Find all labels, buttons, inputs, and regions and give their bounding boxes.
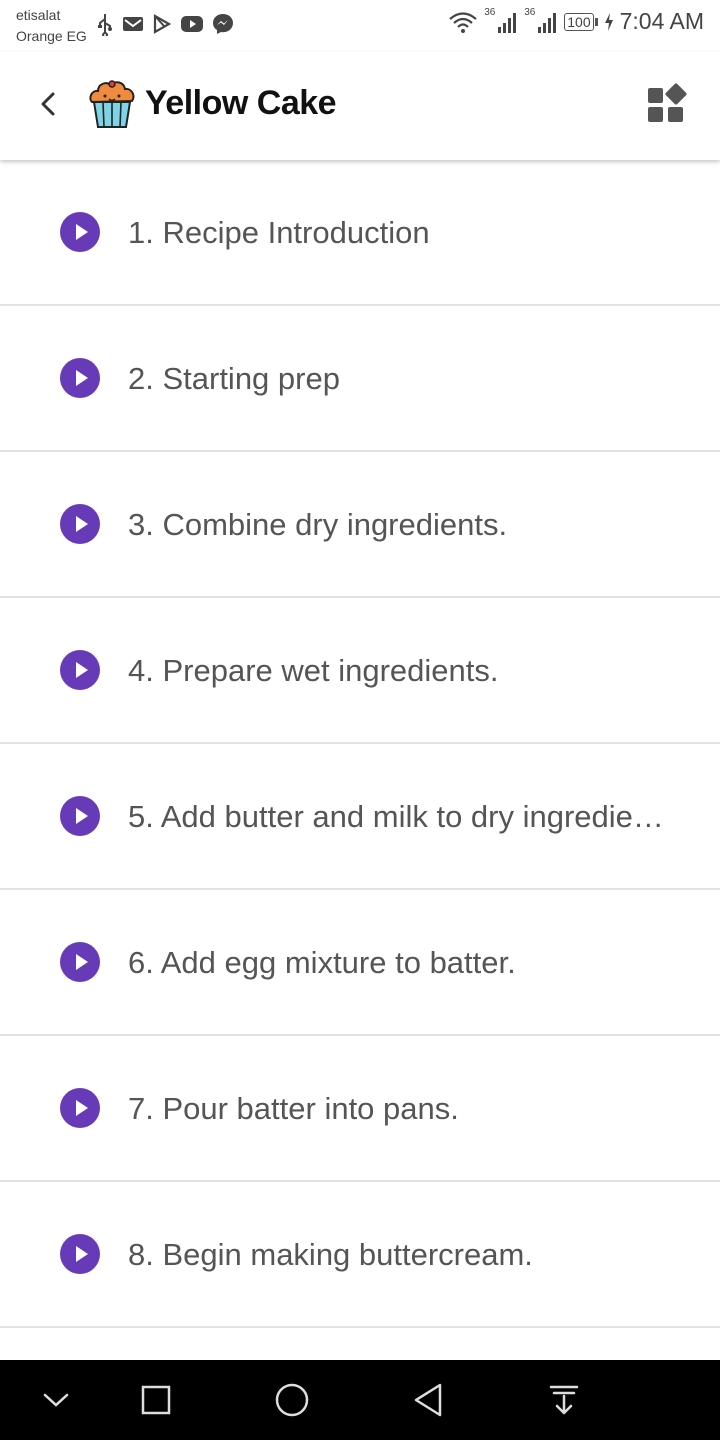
list-item[interactable]: 2. Starting prep (0, 306, 720, 452)
collapse-icon (43, 1393, 69, 1407)
play-circle-icon (60, 650, 100, 690)
list-item[interactable]: 1. Recipe Introduction (0, 160, 720, 306)
list-item[interactable]: 4. Prepare wet ingredients. (0, 598, 720, 744)
list-item[interactable]: 5. Add butter and milk to dry ingredient… (0, 744, 720, 890)
carrier-line1: etisalat (16, 7, 61, 23)
wifi-icon (449, 11, 477, 33)
play-circle-icon (60, 1088, 100, 1128)
play-circle-icon (60, 1234, 100, 1274)
gmail-icon (123, 17, 143, 31)
step-label: 8. Begin making buttercream. (128, 1237, 533, 1272)
status-right: 36 36 100 7:04 AM (448, 7, 704, 35)
youtube-icon (181, 16, 203, 32)
notification-icons (96, 12, 234, 36)
back-nav-button[interactable] (406, 1378, 450, 1422)
signal-2-icon: 36 (524, 7, 558, 35)
carrier-info: etisalat Orange EG (16, 5, 87, 47)
carrier-line2: Orange EG (16, 28, 87, 44)
page-title: Yellow Cake (145, 84, 337, 122)
step-label: 2. Starting prep (128, 361, 340, 396)
collapse-button[interactable] (34, 1378, 78, 1422)
play-circle-icon (60, 796, 100, 836)
step-label: 7. Pour batter into pans. (128, 1091, 459, 1126)
notification-pull-button[interactable] (542, 1378, 586, 1422)
step-label: 3. Combine dry ingredients. (128, 507, 508, 542)
back-button[interactable] (30, 86, 66, 122)
step-label: 5. Add butter and milk to dry ingredient… (128, 799, 676, 834)
battery-level: 100 (564, 12, 594, 31)
list-item[interactable]: 7. Pour batter into pans. (0, 1036, 720, 1182)
step-label: 4. Prepare wet ingredients. (128, 653, 499, 688)
battery-icon: 100 (564, 12, 598, 31)
messenger-icon (213, 14, 233, 34)
home-button[interactable] (270, 1378, 314, 1422)
step-label: 1. Recipe Introduction (128, 215, 430, 250)
recents-button[interactable] (134, 1378, 178, 1422)
list-item[interactable]: 3. Combine dry ingredients. (0, 452, 720, 598)
signal-1-icon: 36 (484, 7, 518, 35)
play-circle-icon (60, 942, 100, 982)
usb-icon (98, 14, 112, 36)
play-store-icon (153, 14, 172, 34)
cupcake-icon (89, 80, 135, 128)
play-circle-icon (60, 212, 100, 252)
notifications-pull-icon (549, 1385, 579, 1415)
recents-icon (141, 1385, 171, 1415)
play-circle-icon (60, 504, 100, 544)
back-icon (414, 1383, 442, 1417)
play-circle-icon (60, 358, 100, 398)
chevron-left-icon (41, 92, 55, 116)
system-nav-bar (0, 1360, 720, 1440)
list-item[interactable]: 6. Add egg mixture to batter. (0, 890, 720, 1036)
clock: 7:04 AM (619, 8, 704, 34)
step-label: 6. Add egg mixture to batter. (128, 945, 516, 980)
home-icon (275, 1383, 309, 1417)
app-toolbar: Yellow Cake (0, 52, 720, 160)
dashboard-grid-icon (648, 83, 687, 122)
dashboard-button[interactable] (644, 82, 688, 126)
charging-icon (604, 12, 613, 31)
status-bar: etisalat Orange EG 36 36 100 7:04 AM (0, 0, 720, 52)
list-item[interactable]: 8. Begin making buttercream. (0, 1182, 720, 1328)
steps-list[interactable]: 1. Recipe Introduction 2. Starting prep … (0, 160, 720, 1360)
